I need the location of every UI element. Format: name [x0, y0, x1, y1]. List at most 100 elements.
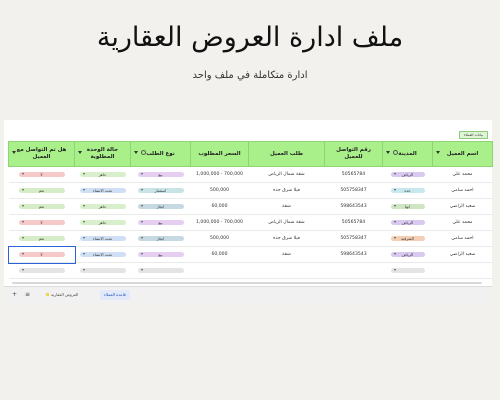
dropdown-chip[interactable]: ايجار: [137, 203, 184, 209]
col-header-phone[interactable]: رقم التواصل للعميل: [324, 141, 383, 167]
cell-unit-status[interactable]: تحت الانشاء: [74, 182, 131, 199]
cell-request-type[interactable]: ايجار: [130, 230, 191, 247]
cell-contacted[interactable]: لا: [8, 214, 75, 231]
cell-city[interactable]: ابها: [382, 198, 433, 215]
dropdown-chip[interactable]: بيع: [137, 251, 184, 257]
empty-cell[interactable]: [382, 262, 433, 279]
chevron-down-icon[interactable]: [78, 151, 82, 154]
col-header-request-type[interactable]: نوع الطلب: [130, 141, 191, 167]
dropdown-chip[interactable]: [390, 267, 425, 273]
sheet-tab-clients[interactable]: قاعدة العملاء: [100, 290, 130, 300]
dropdown-chip[interactable]: بيع: [137, 219, 184, 225]
cell-client-name[interactable]: سعيد الراضي: [432, 246, 493, 263]
dropdown-chip[interactable]: الرياض: [390, 171, 425, 177]
dropdown-chip[interactable]: جاهز: [79, 171, 126, 177]
chevron-down-icon[interactable]: [436, 151, 440, 154]
cell-price[interactable]: 700,000 - 1,000,000: [190, 214, 249, 231]
cell-contacted[interactable]: نعم: [8, 230, 75, 247]
cell-unit-status[interactable]: تحت الانشاء: [74, 230, 131, 247]
cell-city[interactable]: جدة: [382, 182, 433, 199]
cell-request-type[interactable]: بيع: [130, 214, 191, 231]
col-header-unit-status[interactable]: حالة الوحدة المطلوبة: [74, 141, 131, 167]
dropdown-chip[interactable]: [79, 267, 126, 273]
empty-cell[interactable]: [8, 262, 75, 279]
dropdown-chip[interactable]: بيع: [137, 171, 184, 177]
cell-request[interactable]: فيلا شرق جدة: [248, 230, 325, 247]
dropdown-chip[interactable]: تحت الانشاء: [79, 235, 126, 241]
empty-cell[interactable]: [190, 262, 249, 279]
dropdown-chip[interactable]: استثمار: [137, 187, 184, 193]
dropdown-chip[interactable]: تحت الانشاء: [79, 251, 126, 257]
col-header-price[interactable]: السعر المطلوب: [190, 141, 249, 167]
cell-price[interactable]: 700,000 - 1,000,000: [190, 166, 249, 183]
cell-phone[interactable]: 50565784: [324, 166, 383, 183]
cell-phone[interactable]: 598643543: [324, 198, 383, 215]
cell-price[interactable]: 500,000: [190, 182, 249, 199]
all-sheets-menu-icon[interactable]: ≡: [25, 291, 30, 298]
cell-request[interactable]: فيلا شرق جدة: [248, 182, 325, 199]
dropdown-chip[interactable]: لا: [18, 219, 65, 225]
cell-unit-status[interactable]: تحت الانشاء: [74, 246, 131, 263]
cell-city[interactable]: الشرقية: [382, 230, 433, 247]
cell-price[interactable]: 60,000: [190, 198, 249, 215]
cell-client-name[interactable]: محمد علي: [432, 166, 493, 183]
cell-price[interactable]: 500,000: [190, 230, 249, 247]
dropdown-chip[interactable]: [18, 267, 65, 273]
cell-contacted[interactable]: لا: [8, 166, 75, 183]
cell-phone[interactable]: 505758347: [324, 230, 383, 247]
dropdown-chip[interactable]: ابها: [390, 203, 425, 209]
add-sheet-button[interactable]: +: [12, 291, 17, 298]
cell-client-name[interactable]: احمد سامي: [432, 230, 493, 247]
chevron-down-icon[interactable]: [386, 151, 390, 154]
dropdown-chip[interactable]: جاهز: [79, 203, 126, 209]
dropdown-chip[interactable]: لا: [18, 251, 65, 257]
dropdown-chip[interactable]: نعم: [18, 235, 65, 241]
cell-unit-status[interactable]: جاهز: [74, 198, 131, 215]
cell-contacted[interactable]: نعم: [8, 182, 75, 199]
cell-client-name[interactable]: محمد علي: [432, 214, 493, 231]
cell-request-type[interactable]: بيع: [130, 246, 191, 263]
chevron-down-icon[interactable]: [12, 151, 16, 154]
dropdown-chip[interactable]: جدة: [390, 187, 425, 193]
dropdown-chip[interactable]: جاهز: [79, 219, 126, 225]
cell-request[interactable]: شقة شمال الرياض: [248, 214, 325, 231]
dropdown-chip[interactable]: نعم: [18, 187, 65, 193]
cell-phone[interactable]: 50565784: [324, 214, 383, 231]
cell-request-type[interactable]: ايجار: [130, 198, 191, 215]
cell-request[interactable]: شقة: [248, 246, 325, 263]
cell-request-type[interactable]: بيع: [130, 166, 191, 183]
cell-city[interactable]: الرياض: [382, 246, 433, 263]
cell-client-name[interactable]: سعيد الراضي: [432, 198, 493, 215]
cell-unit-status[interactable]: جاهز: [74, 166, 131, 183]
sheet-tab-offers[interactable]: العروض العقارية: [42, 290, 82, 300]
dropdown-chip[interactable]: لا: [18, 171, 65, 177]
dropdown-chip[interactable]: نعم: [18, 203, 65, 209]
col-header-request[interactable]: طلب العميل: [248, 141, 325, 167]
dropdown-chip[interactable]: الرياض: [390, 251, 425, 257]
sheet-tag-chip[interactable]: بيانات العملاء: [458, 131, 488, 139]
dropdown-chip[interactable]: الشرقية: [390, 235, 425, 241]
empty-cell[interactable]: [130, 262, 191, 279]
cell-request-type[interactable]: استثمار: [130, 182, 191, 199]
cell-city[interactable]: الرياض: [382, 166, 433, 183]
col-header-contacted[interactable]: هل تم التواصل مع العميل: [8, 141, 75, 167]
empty-cell[interactable]: [324, 262, 383, 279]
cell-price[interactable]: 60,000: [190, 246, 249, 263]
cell-unit-status[interactable]: جاهز: [74, 214, 131, 231]
empty-cell[interactable]: [74, 262, 131, 279]
empty-cell[interactable]: [248, 262, 325, 279]
empty-cell[interactable]: [432, 262, 493, 279]
dropdown-chip[interactable]: ايجار: [137, 235, 184, 241]
chevron-down-icon[interactable]: [134, 151, 138, 154]
cell-city[interactable]: الرياض: [382, 214, 433, 231]
cell-request[interactable]: شقة: [248, 198, 325, 215]
dropdown-chip[interactable]: [137, 267, 184, 273]
dropdown-chip[interactable]: تحت الانشاء: [79, 187, 126, 193]
cell-phone[interactable]: 598643543: [324, 246, 383, 263]
cell-request[interactable]: شقة شمال الرياض: [248, 166, 325, 183]
cell-contacted[interactable]: لا: [7, 245, 76, 264]
col-header-client-name[interactable]: اسم العميل: [432, 141, 493, 167]
col-header-city[interactable]: المدينة: [382, 141, 433, 167]
cell-client-name[interactable]: احمد سامي: [432, 182, 493, 199]
cell-phone[interactable]: 505758347: [324, 182, 383, 199]
